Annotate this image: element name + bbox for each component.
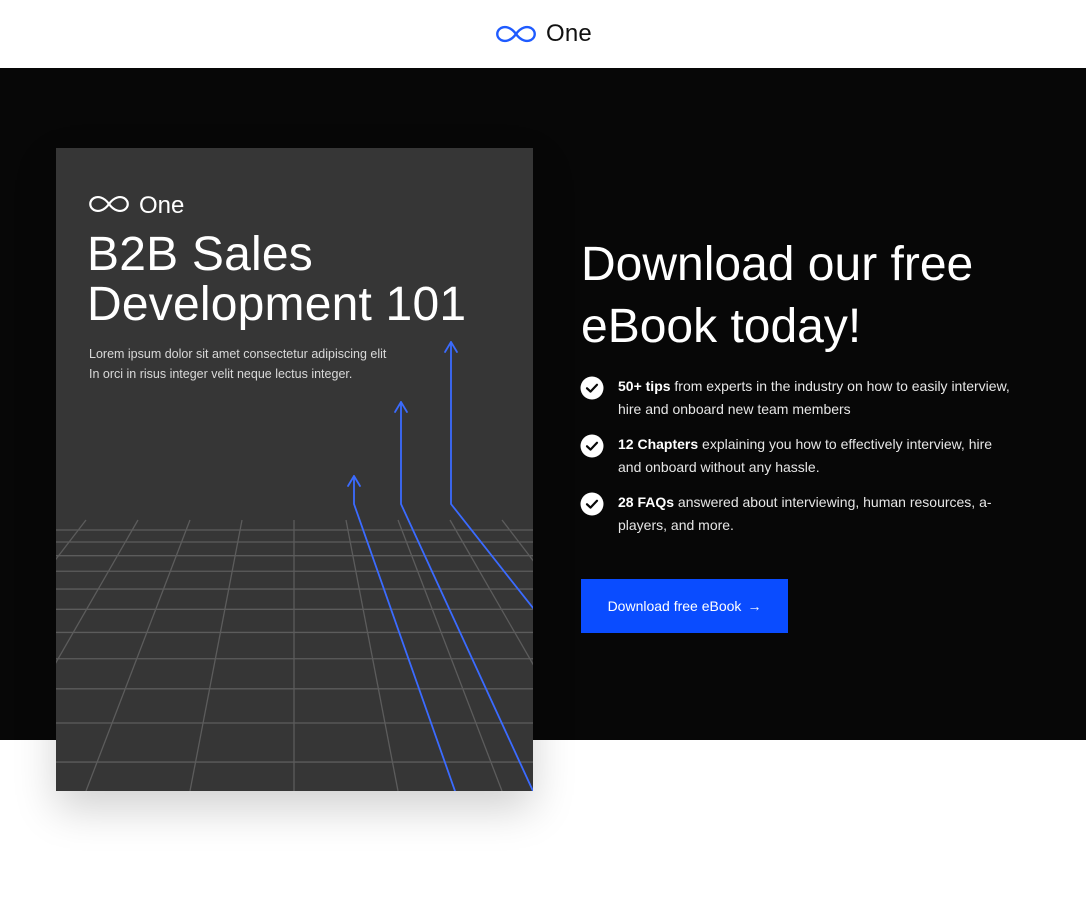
brand-logo[interactable]: One [494, 20, 592, 48]
headline-line: eBook today! [581, 300, 862, 353]
check-circle-icon [580, 492, 604, 516]
infinity-logo-icon [494, 23, 538, 45]
feature-text: 50+ tips from experts in the industry on… [618, 375, 1018, 421]
top-bar: One [0, 0, 1086, 68]
arrow-right-icon: → [747, 598, 762, 614]
cover-title: B2B Sales Development 101 [87, 230, 517, 330]
cover-title-line: B2B Sales [87, 228, 313, 281]
hero-headline: Download our free eBook today! [581, 234, 1041, 358]
feature-text: 28 FAQs answered about interviewing, hum… [618, 491, 1018, 537]
cover-subtitle-line: In orci in risus integer velit neque lec… [89, 367, 353, 381]
download-ebook-button[interactable]: Download free eBook → [581, 579, 788, 633]
brand-name: One [546, 20, 592, 47]
feature-highlight: 12 Chapters [618, 436, 699, 452]
feature-text: 12 Chapters explaining you how to effect… [618, 433, 1018, 479]
feature-highlight: 28 FAQs [618, 494, 675, 510]
check-circle-icon [580, 376, 604, 400]
cover-brand-name: One [139, 192, 185, 219]
cover-subtitle: Lorem ipsum dolor sit amet consectetur a… [89, 344, 419, 384]
feature-highlight: 50+ tips [618, 378, 671, 394]
feature-item: 12 Chapters explaining you how to effect… [580, 433, 1020, 479]
download-button-label: Download free eBook [607, 598, 742, 614]
infinity-logo-icon [87, 193, 131, 220]
cover-subtitle-line: Lorem ipsum dolor sit amet consectetur a… [89, 347, 387, 361]
feature-item: 28 FAQs answered about interviewing, hum… [580, 491, 1020, 537]
feature-description: from experts in the industry on how to e… [618, 378, 1010, 417]
ebook-cover: One B2B Sales Development 101 Lorem ipsu… [56, 148, 533, 791]
cover-title-line: Development 101 [87, 278, 467, 331]
feature-description: answered about interviewing, human resou… [618, 494, 992, 533]
feature-item: 50+ tips from experts in the industry on… [580, 375, 1020, 421]
check-circle-icon [580, 434, 604, 458]
cover-brand: One [87, 192, 184, 220]
feature-list: 50+ tips from experts in the industry on… [580, 375, 1020, 549]
headline-line: Download our free [581, 238, 974, 291]
